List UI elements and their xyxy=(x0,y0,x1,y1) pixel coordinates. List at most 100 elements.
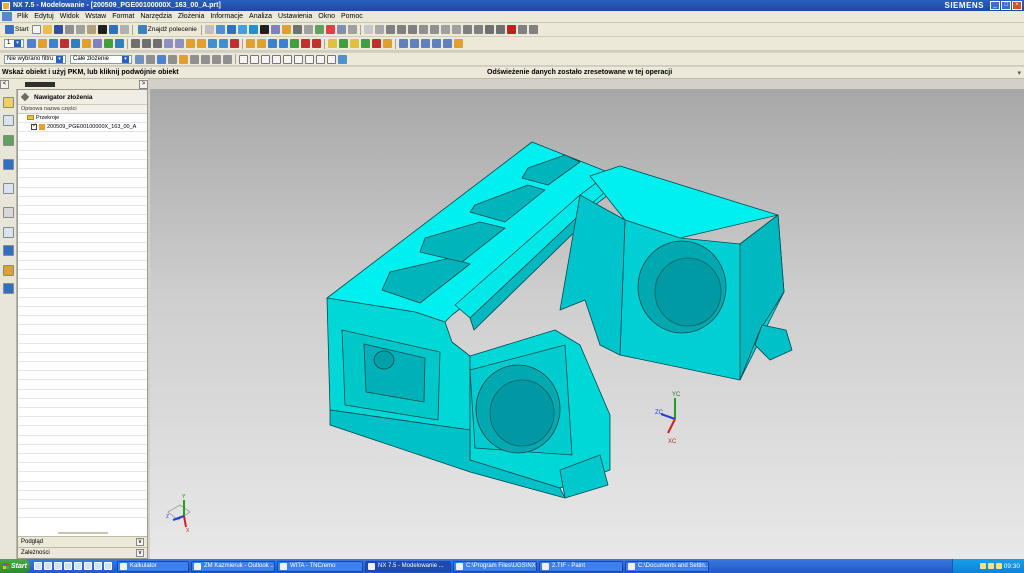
undo-icon[interactable] xyxy=(108,25,118,34)
tree-row-part[interactable]: 200509_PGE00100000X_163_00_A xyxy=(18,122,147,133)
process-studio-tab-icon[interactable] xyxy=(3,265,14,276)
delete-icon[interactable] xyxy=(97,25,107,34)
snap-on-curve-icon[interactable] xyxy=(316,54,325,64)
close-button[interactable]: × xyxy=(1012,1,1022,10)
arc-icon[interactable] xyxy=(396,25,406,34)
fit-view-icon[interactable] xyxy=(215,25,225,34)
mass-properties-icon[interactable] xyxy=(350,39,359,48)
check-icon[interactable] xyxy=(372,39,381,48)
snap-quadrant-icon[interactable] xyxy=(294,54,303,64)
move-layer-icon[interactable] xyxy=(38,39,47,48)
menu-widok[interactable]: Widok xyxy=(57,13,82,20)
new-file-icon[interactable] xyxy=(31,25,41,34)
task-paint[interactable]: 2.TIF - Paint xyxy=(539,560,623,572)
media-icon[interactable] xyxy=(74,562,82,570)
select-edge-icon[interactable] xyxy=(212,54,221,64)
dimension-icon[interactable] xyxy=(517,25,527,34)
reuse-library-tab-icon[interactable] xyxy=(3,159,14,170)
offset-icon[interactable] xyxy=(484,25,494,34)
wireframe-icon[interactable] xyxy=(292,25,302,34)
pan-icon[interactable] xyxy=(248,25,258,34)
clock[interactable]: 09:30 xyxy=(1004,563,1020,570)
pocket-icon[interactable] xyxy=(104,39,113,48)
dependencies-panel-header[interactable]: Zależności ∨ xyxy=(18,547,147,558)
tray-volume-icon[interactable] xyxy=(987,563,994,569)
assembly-navigator-tab-icon[interactable] xyxy=(3,97,14,108)
find-command-button[interactable]: Znajdź polecenie xyxy=(135,25,199,35)
model-viewport[interactable]: YC ZC XC Y Z X xyxy=(150,89,1024,559)
pattern-icon[interactable] xyxy=(528,25,538,34)
tray-network-icon[interactable] xyxy=(979,563,986,569)
menu-analiza[interactable]: Analiza xyxy=(246,13,275,20)
layer-settings-icon[interactable] xyxy=(27,39,36,48)
graphics-window[interactable]: YC ZC XC Y Z X xyxy=(150,89,1024,559)
reset-filter-icon[interactable] xyxy=(146,54,155,64)
layer-select[interactable]: 1 ▾ xyxy=(4,39,24,48)
start-menu-button[interactable]: Start xyxy=(0,559,30,573)
history-tab-icon[interactable] xyxy=(3,183,14,194)
slot-icon[interactable] xyxy=(312,39,321,48)
pin-icon[interactable] xyxy=(20,92,30,102)
edge-chamfer-icon[interactable] xyxy=(175,39,184,48)
section-icon[interactable] xyxy=(361,39,370,48)
expand-chevron-icon[interactable]: ∨ xyxy=(136,538,144,546)
split-body-icon[interactable] xyxy=(219,39,228,48)
task-tncremo[interactable]: WtTA - TNCremo xyxy=(277,560,363,572)
snap-midpoint-icon[interactable] xyxy=(250,54,259,64)
task-nx[interactable]: NX 7.5 - Modelowanie ... xyxy=(365,560,451,572)
web-browser-tab-icon[interactable] xyxy=(3,227,14,238)
open-folder-icon[interactable] xyxy=(42,25,52,34)
tube-icon[interactable] xyxy=(290,39,299,48)
zoom-icon[interactable] xyxy=(226,25,236,34)
expand-chevron-icon[interactable]: ∨ xyxy=(136,549,144,557)
select-all-icon[interactable] xyxy=(168,54,177,64)
menu-informacje[interactable]: Informacje xyxy=(207,13,246,20)
snap-endpoint-icon[interactable] xyxy=(239,54,248,64)
constraint-icon[interactable] xyxy=(506,25,516,34)
subtract-icon[interactable] xyxy=(142,39,151,48)
nx-menu-icon[interactable] xyxy=(2,12,12,21)
paint-icon[interactable] xyxy=(94,562,102,570)
constraint-navigator-tab-icon[interactable] xyxy=(3,115,14,126)
outlook-icon[interactable] xyxy=(54,562,62,570)
polygon-icon[interactable] xyxy=(451,25,461,34)
circle-icon[interactable] xyxy=(407,25,417,34)
sync-offset-icon[interactable] xyxy=(421,39,430,48)
cue-close-icon[interactable]: ▾ xyxy=(1017,69,1021,77)
snap-icon[interactable] xyxy=(325,25,335,34)
sync-replace-icon[interactable] xyxy=(432,39,441,48)
snap-control-icon[interactable] xyxy=(261,54,270,64)
offset-face-icon[interactable] xyxy=(246,39,255,48)
unite-icon[interactable] xyxy=(131,39,140,48)
palette-tab-icon[interactable] xyxy=(3,245,14,256)
task-kalkulator[interactable]: Kalkulator xyxy=(117,560,189,572)
instance-icon[interactable] xyxy=(230,39,239,48)
shell-icon[interactable] xyxy=(186,39,195,48)
measure-distance-icon[interactable] xyxy=(328,39,337,48)
snap-on-face-icon[interactable] xyxy=(327,54,336,64)
extend-icon[interactable] xyxy=(473,25,483,34)
shaded-icon[interactable] xyxy=(259,25,269,34)
pad-icon[interactable] xyxy=(115,39,124,48)
edge-blend-icon[interactable] xyxy=(164,39,173,48)
menu-wstaw[interactable]: Wstaw xyxy=(82,13,109,20)
view-orient-icon[interactable] xyxy=(270,25,280,34)
minimize-button[interactable]: _ xyxy=(990,1,1000,10)
scroll-left-arrow-icon[interactable]: < xyxy=(0,79,9,89)
menu-plik[interactable]: Plik xyxy=(14,13,31,20)
menu-zlozenia[interactable]: Złożenia xyxy=(175,13,207,20)
explorer-icon[interactable] xyxy=(64,562,72,570)
select-face-icon[interactable] xyxy=(201,54,210,64)
browser-icon[interactable] xyxy=(44,562,52,570)
menu-narzedzia[interactable]: Narzędzia xyxy=(137,13,175,20)
groove-icon[interactable] xyxy=(301,39,310,48)
tree-row-sections[interactable]: Przekroje xyxy=(18,114,147,124)
menu-okno[interactable]: Okno xyxy=(315,13,338,20)
panel-splitter[interactable] xyxy=(58,532,108,534)
sketch-icon[interactable] xyxy=(363,25,373,34)
trim-body-icon[interactable] xyxy=(208,39,217,48)
measure-angle-icon[interactable] xyxy=(339,39,348,48)
draft-icon[interactable] xyxy=(197,39,206,48)
menu-pomoc[interactable]: Pomoc xyxy=(338,13,366,20)
snap-3d-icon[interactable] xyxy=(338,54,347,64)
